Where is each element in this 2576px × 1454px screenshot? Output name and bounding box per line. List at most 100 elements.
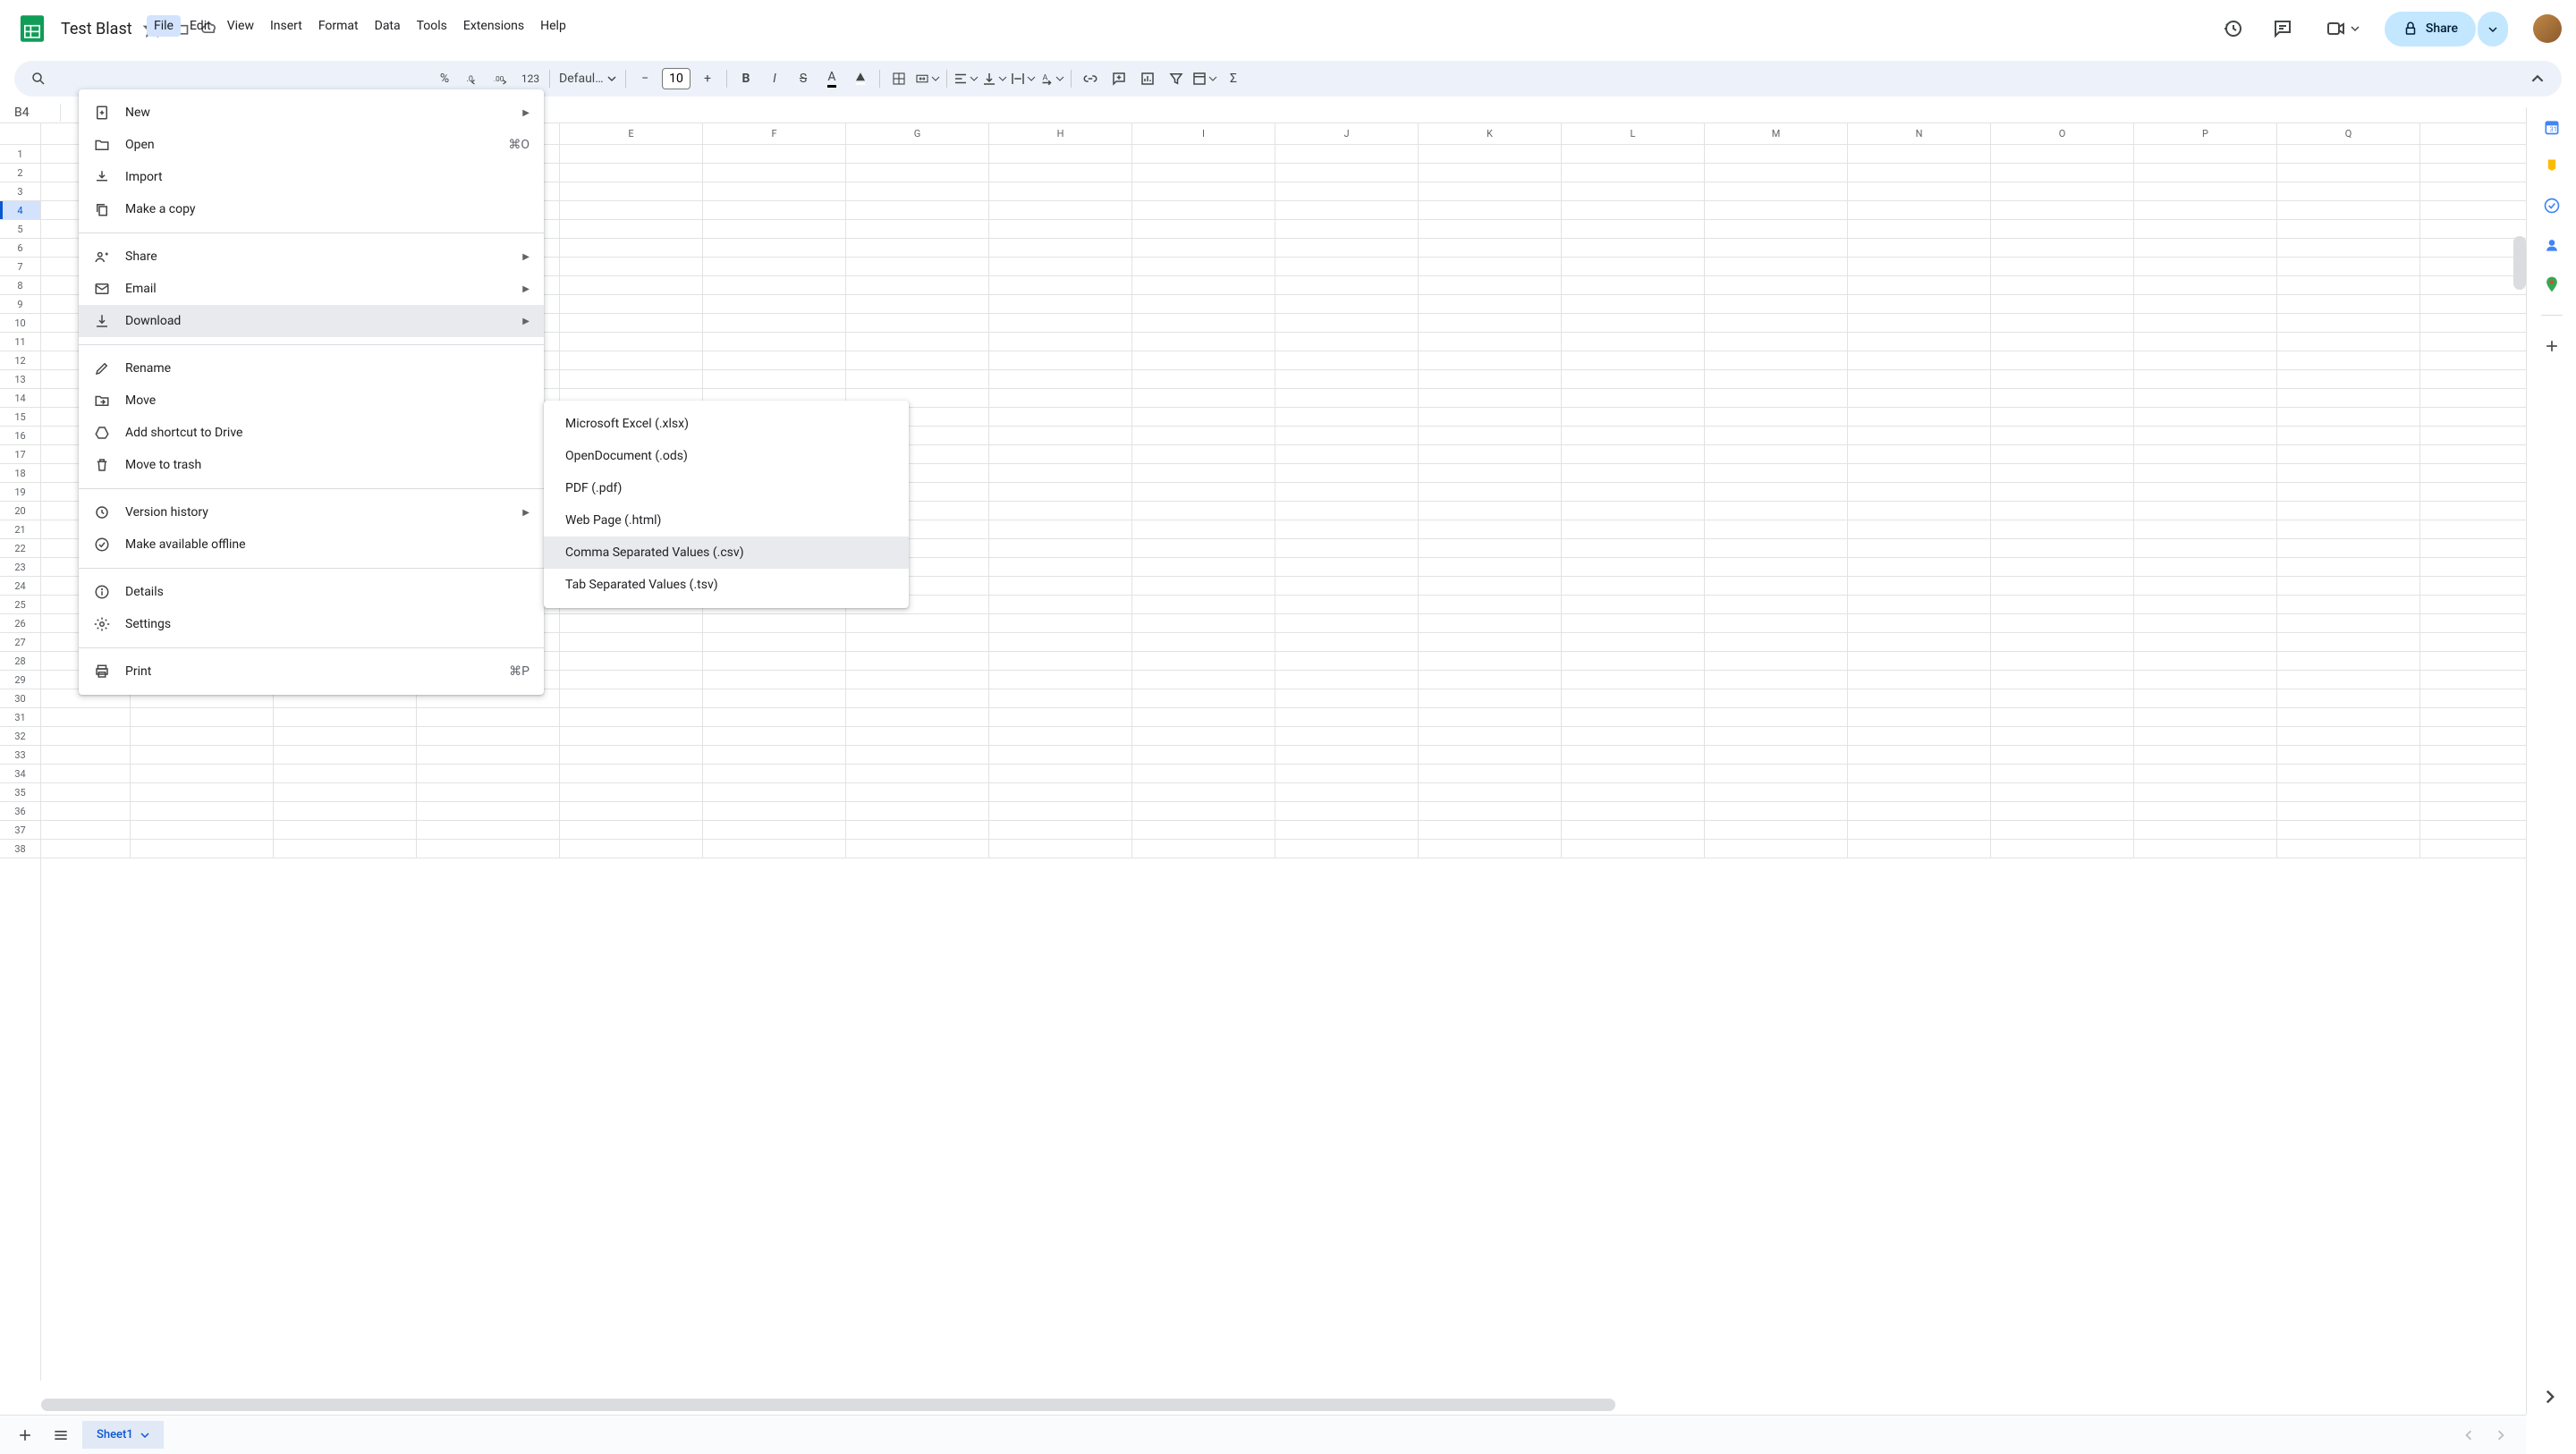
cell[interactable] [1132, 295, 1275, 313]
cell[interactable] [2134, 652, 2277, 670]
cell[interactable] [2134, 258, 2277, 275]
cell[interactable] [1419, 201, 1562, 219]
cell[interactable] [1705, 276, 1848, 294]
cell[interactable] [1132, 370, 1275, 388]
cell[interactable] [1419, 258, 1562, 275]
menu-item-add-shortcut[interactable]: Add shortcut to Drive [79, 417, 544, 449]
row-header[interactable]: 11 [0, 333, 40, 351]
cell[interactable] [1705, 408, 1848, 426]
cell[interactable] [1848, 783, 1991, 801]
cell[interactable] [1419, 145, 1562, 163]
cell[interactable] [1991, 727, 2134, 745]
cell[interactable] [560, 314, 703, 332]
cell[interactable] [1275, 239, 1419, 257]
cell[interactable] [1848, 671, 1991, 689]
cell[interactable] [1991, 427, 2134, 444]
cell[interactable] [1275, 671, 1419, 689]
cell[interactable] [703, 708, 846, 726]
cell[interactable] [846, 821, 989, 839]
row-header[interactable]: 22 [0, 539, 40, 558]
cell[interactable] [2277, 164, 2420, 182]
horizontal-scrollbar[interactable] [41, 1399, 1615, 1411]
cell[interactable] [1562, 182, 1705, 200]
column-header[interactable]: H [989, 123, 1132, 144]
text-rotation-button[interactable]: A [1038, 65, 1065, 92]
menu-item-print[interactable]: Print ⌘P [79, 655, 544, 688]
cell[interactable] [1275, 783, 1419, 801]
cell[interactable] [560, 840, 703, 858]
cell[interactable] [1419, 389, 1562, 407]
cell[interactable] [989, 145, 1132, 163]
select-all-corner[interactable] [0, 123, 41, 145]
collapse-toolbar-icon[interactable] [2524, 65, 2551, 92]
cell[interactable] [1132, 802, 1275, 820]
cell[interactable] [417, 727, 560, 745]
cell[interactable] [1848, 483, 1991, 501]
column-header[interactable]: L [1562, 123, 1705, 144]
cell[interactable] [1705, 689, 1848, 707]
cell[interactable] [1991, 483, 2134, 501]
cell[interactable] [2134, 351, 2277, 369]
cell[interactable] [560, 276, 703, 294]
cell[interactable] [989, 802, 1132, 820]
cell[interactable] [1562, 727, 1705, 745]
cell[interactable] [703, 840, 846, 858]
cell[interactable] [1848, 427, 1991, 444]
cell[interactable] [1275, 802, 1419, 820]
cell[interactable] [989, 276, 1132, 294]
cell[interactable] [560, 689, 703, 707]
cell[interactable] [1705, 220, 1848, 238]
cell[interactable] [1275, 689, 1419, 707]
cell[interactable] [1275, 427, 1419, 444]
cell[interactable] [2277, 314, 2420, 332]
cell[interactable] [2134, 671, 2277, 689]
cell[interactable] [1132, 164, 1275, 182]
menu-item-details[interactable]: Details [79, 576, 544, 608]
cell[interactable] [2134, 333, 2277, 351]
cell[interactable] [2134, 708, 2277, 726]
cell[interactable] [989, 727, 1132, 745]
cell[interactable] [1991, 689, 2134, 707]
cell[interactable] [1419, 445, 1562, 463]
cell[interactable] [2134, 445, 2277, 463]
cell[interactable] [1705, 652, 1848, 670]
sheet-nav-left[interactable] [2454, 1421, 2483, 1450]
cell[interactable] [1132, 689, 1275, 707]
cell[interactable] [1562, 840, 1705, 858]
cell[interactable] [131, 765, 274, 782]
cell[interactable] [1848, 314, 1991, 332]
cell[interactable] [1275, 314, 1419, 332]
cell[interactable] [846, 351, 989, 369]
cell[interactable] [1705, 821, 1848, 839]
cell[interactable] [1991, 164, 2134, 182]
cell[interactable] [2277, 689, 2420, 707]
cell[interactable] [1562, 351, 1705, 369]
cell[interactable] [1705, 258, 1848, 275]
cell[interactable] [989, 746, 1132, 764]
cell[interactable] [1848, 389, 1991, 407]
menu-data[interactable]: Data [368, 15, 408, 37]
download-csv[interactable]: Comma Separated Values (.csv) [544, 537, 909, 569]
increase-font-size[interactable]: + [694, 65, 721, 92]
cell[interactable] [1991, 239, 2134, 257]
column-header[interactable]: N [1848, 123, 1991, 144]
contacts-addon-icon[interactable] [2543, 236, 2561, 254]
cell[interactable] [2277, 746, 2420, 764]
cell[interactable] [989, 614, 1132, 632]
cell[interactable] [1419, 821, 1562, 839]
cell[interactable] [1132, 558, 1275, 576]
cell[interactable] [1419, 652, 1562, 670]
cell[interactable] [1705, 520, 1848, 538]
cell[interactable] [1562, 765, 1705, 782]
menu-item-download[interactable]: Download ▶ [79, 305, 544, 337]
cell[interactable] [131, 746, 274, 764]
cell[interactable] [2134, 201, 2277, 219]
cell[interactable] [1419, 220, 1562, 238]
cell[interactable] [703, 614, 846, 632]
cell[interactable] [1419, 502, 1562, 520]
cell[interactable] [1848, 445, 1991, 463]
vertical-align-button[interactable] [981, 65, 1008, 92]
cell[interactable] [417, 840, 560, 858]
cell[interactable] [2277, 633, 2420, 651]
cell[interactable] [1275, 201, 1419, 219]
